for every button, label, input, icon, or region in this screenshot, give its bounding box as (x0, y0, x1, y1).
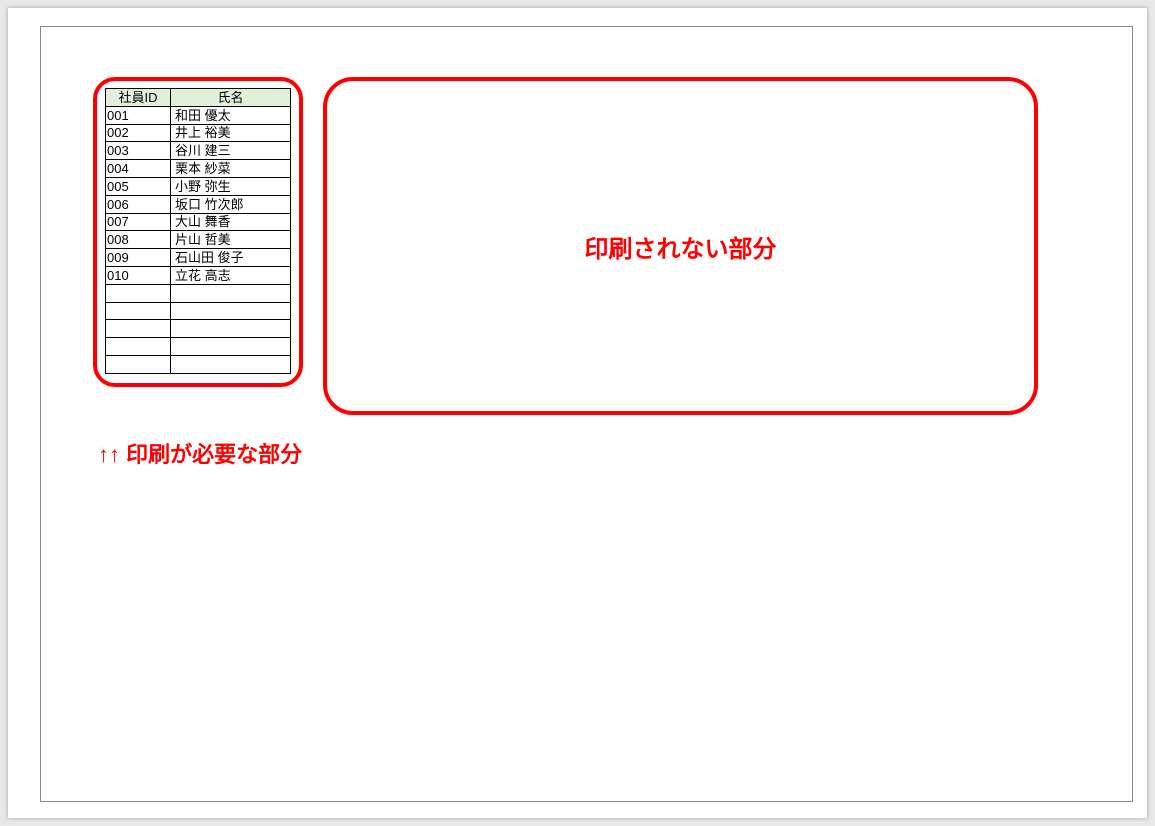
cell-employee-name (171, 284, 291, 302)
table-row: 003谷川 建三 (106, 142, 291, 160)
table-row: 009石山田 俊子 (106, 249, 291, 267)
page-border: 社員ID 氏名 001和田 優太002井上 裕美003谷川 建三004栗本 紗菜… (40, 26, 1133, 802)
table-row: 008片山 哲美 (106, 231, 291, 249)
not-printed-label: 印刷されない部分 (585, 229, 777, 264)
cell-employee-name: 和田 優太 (171, 106, 291, 124)
print-required-box: 社員ID 氏名 001和田 優太002井上 裕美003谷川 建三004栗本 紗菜… (93, 77, 303, 387)
cell-employee-name: 坂口 竹次郎 (171, 195, 291, 213)
page-frame: 社員ID 氏名 001和田 優太002井上 裕美003谷川 建三004栗本 紗菜… (8, 8, 1147, 818)
cell-employee-id: 005 (106, 177, 171, 195)
cell-employee-id: 010 (106, 266, 171, 284)
cell-employee-name: 栗本 紗菜 (171, 160, 291, 178)
cell-employee-name (171, 320, 291, 338)
table-row (106, 284, 291, 302)
not-printed-box: 印刷されない部分 (323, 77, 1038, 415)
cell-employee-id (106, 355, 171, 373)
print-needed-label: ↑↑ 印刷が必要な部分 (98, 437, 1132, 469)
cell-employee-name (171, 302, 291, 320)
table-row: 007大山 舞香 (106, 213, 291, 231)
content-area: 社員ID 氏名 001和田 優太002井上 裕美003谷川 建三004栗本 紗菜… (41, 27, 1132, 469)
cell-employee-id: 008 (106, 231, 171, 249)
cell-employee-id: 006 (106, 195, 171, 213)
cell-employee-name: 立花 高志 (171, 266, 291, 284)
table-row: 006坂口 竹次郎 (106, 195, 291, 213)
table-row (106, 338, 291, 356)
table-body: 001和田 優太002井上 裕美003谷川 建三004栗本 紗菜005小野 弥生… (106, 106, 291, 373)
header-employee-id: 社員ID (106, 89, 171, 107)
employee-table: 社員ID 氏名 001和田 優太002井上 裕美003谷川 建三004栗本 紗菜… (105, 88, 291, 374)
table-row: 005小野 弥生 (106, 177, 291, 195)
cell-employee-name: 石山田 俊子 (171, 249, 291, 267)
table-row (106, 320, 291, 338)
table-row: 001和田 優太 (106, 106, 291, 124)
table-row: 004栗本 紗菜 (106, 160, 291, 178)
cell-employee-name: 谷川 建三 (171, 142, 291, 160)
table-row (106, 355, 291, 373)
cell-employee-name: 井上 裕美 (171, 124, 291, 142)
table-row (106, 302, 291, 320)
cell-employee-id: 007 (106, 213, 171, 231)
cell-employee-name: 小野 弥生 (171, 177, 291, 195)
cell-employee-id: 009 (106, 249, 171, 267)
cell-employee-id (106, 284, 171, 302)
cell-employee-name: 大山 舞香 (171, 213, 291, 231)
cell-employee-name: 片山 哲美 (171, 231, 291, 249)
cell-employee-id: 001 (106, 106, 171, 124)
cell-employee-name (171, 355, 291, 373)
table-row: 010立花 高志 (106, 266, 291, 284)
cell-employee-id (106, 320, 171, 338)
cell-employee-name (171, 338, 291, 356)
cell-employee-id: 003 (106, 142, 171, 160)
cell-employee-id: 002 (106, 124, 171, 142)
cell-employee-id (106, 302, 171, 320)
header-employee-name: 氏名 (171, 89, 291, 107)
cell-employee-id (106, 338, 171, 356)
table-row: 002井上 裕美 (106, 124, 291, 142)
cell-employee-id: 004 (106, 160, 171, 178)
